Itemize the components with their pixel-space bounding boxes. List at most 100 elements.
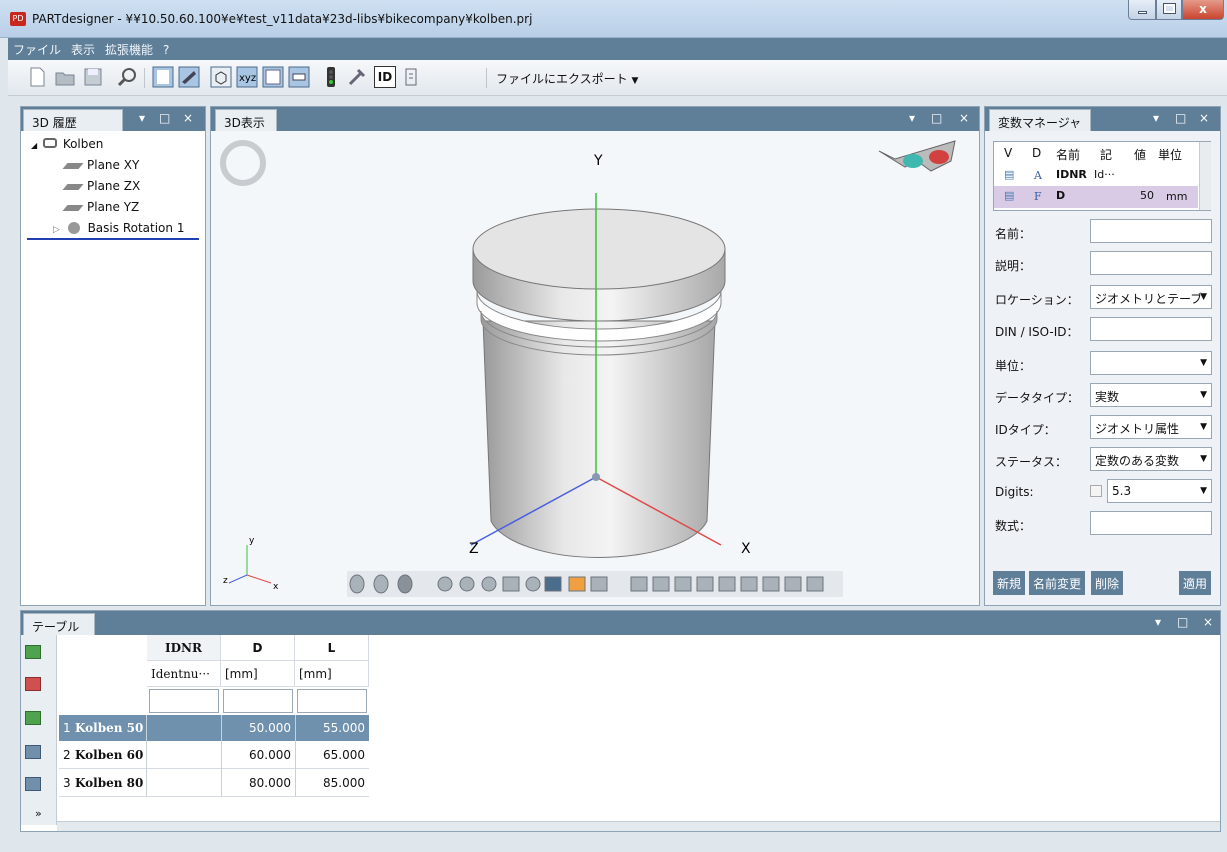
digits-checkbox[interactable]	[1090, 485, 1102, 497]
column-desc-idnr: Identnu···	[147, 661, 221, 687]
variables-icon[interactable]: xyz	[236, 66, 258, 88]
delete-row-icon[interactable]	[25, 677, 41, 691]
table-scrollbar[interactable]	[57, 821, 1220, 831]
mini-y-label: y	[249, 536, 255, 546]
rename-variable-button[interactable]: 名前変更	[1029, 571, 1086, 595]
delete-variable-button[interactable]: 削除	[1091, 571, 1124, 595]
filter-idnr[interactable]	[149, 689, 219, 713]
idtype-select[interactable]: ジオメトリ属性 ▼	[1090, 415, 1212, 439]
tree-item-plane-zx[interactable]: Plane ZX	[62, 179, 140, 197]
maximize-pane-icon[interactable]: □	[159, 111, 170, 125]
mini-x-label: x	[273, 582, 279, 592]
table-row[interactable]: 2 Kolben 60 60.000 65.000	[59, 741, 369, 769]
pin-icon[interactable]: ▾	[1153, 111, 1159, 125]
chevron-down-icon: ▼	[1200, 422, 1207, 432]
view-3d-panel[interactable]: 3D表示 ▾ □ × Y X Z y x z	[210, 106, 980, 606]
minimize-button[interactable]	[1128, 0, 1156, 20]
column-header-l[interactable]: L	[295, 635, 369, 661]
maximize-button[interactable]	[1156, 0, 1182, 20]
view3d-icon[interactable]	[210, 66, 232, 88]
table-tab[interactable]: テーブル	[23, 613, 95, 635]
insert-row-icon[interactable]	[25, 711, 41, 725]
menu-file[interactable]: ファイル	[8, 38, 66, 61]
pin-icon[interactable]: ▾	[139, 111, 145, 125]
plane-icon	[62, 184, 84, 190]
table-row[interactable]: 1 Kolben 50 50.000 55.000	[59, 715, 369, 741]
window-title: PARTdesigner - ¥¥10.50.60.100¥e¥test_v11…	[32, 12, 533, 26]
new-variable-button[interactable]: 新規	[993, 571, 1026, 595]
maximize-pane-icon[interactable]: □	[931, 111, 942, 125]
move-down-icon[interactable]	[25, 777, 41, 791]
rotation-body-icon	[67, 222, 80, 234]
column-desc-l: [mm]	[295, 661, 369, 687]
id-icon[interactable]: ID	[374, 66, 396, 88]
tree-item-plane-yz[interactable]: Plane YZ	[62, 200, 139, 218]
datatype-select[interactable]: 実数 ▼	[1090, 383, 1212, 407]
menu-view[interactable]: 表示	[66, 38, 100, 61]
tree-item-basis-rotation[interactable]: ▷ Basis Rotation 1	[53, 221, 184, 239]
din-iso-input[interactable]	[1090, 317, 1212, 341]
apply-button[interactable]: 適用	[1179, 571, 1212, 595]
viewport-canvas[interactable]: Y X Z y x z	[211, 131, 979, 605]
svg-text:xyz: xyz	[239, 73, 256, 84]
close-pane-icon[interactable]: ×	[959, 111, 969, 125]
formula-input[interactable]	[1090, 511, 1212, 535]
unit-select[interactable]: ▼	[1090, 351, 1212, 375]
pin-icon[interactable]: ▾	[909, 111, 915, 125]
table-row[interactable]: 3 Kolben 80 80.000 85.000	[59, 769, 369, 797]
view3d-tab[interactable]: 3D表示	[215, 109, 277, 131]
assembly-icon	[42, 138, 57, 148]
stereo-glasses-icon	[878, 140, 956, 172]
sketch-icon[interactable]	[178, 66, 200, 88]
menu-help[interactable]: ?	[158, 40, 174, 60]
tools-icon[interactable]	[346, 66, 368, 88]
menu-bar: ファイル 表示 拡張機能?	[8, 38, 1227, 60]
menu-extensions[interactable]: 拡張機能	[100, 38, 158, 61]
tree-item-kolben[interactable]: ◢ Kolben	[31, 137, 103, 155]
name-input[interactable]	[1090, 219, 1212, 243]
table-panel: テーブル ▾ □ × » IDNR D L Identnu··· [mm] [m…	[20, 610, 1221, 832]
filter-d[interactable]	[223, 689, 293, 713]
traffic-light-icon[interactable]	[320, 66, 342, 88]
export-to-file-dropdown[interactable]: ファイルにエクスポート ▼	[496, 70, 638, 87]
link-icon[interactable]	[400, 66, 422, 88]
tree-item-plane-xy[interactable]: Plane XY	[62, 158, 139, 176]
move-up-icon[interactable]	[25, 745, 41, 759]
more-icon[interactable]: »	[35, 807, 42, 820]
app-icon: PD	[10, 12, 26, 26]
history-tab[interactable]: 3D 履歴	[23, 109, 123, 131]
table-sidebar: »	[21, 635, 57, 825]
zoom-icon[interactable]	[116, 66, 138, 88]
add-row-icon[interactable]	[25, 645, 41, 659]
location-select[interactable]: ジオメトリとテーブ ▼	[1090, 285, 1212, 309]
new-file-icon[interactable]	[26, 66, 48, 88]
column-header-idnr[interactable]: IDNR	[147, 635, 221, 661]
save-icon[interactable]	[82, 66, 104, 88]
expand-icon[interactable]: ▷	[53, 225, 60, 235]
expand-icon[interactable]: ◢	[31, 141, 37, 150]
pin-icon[interactable]: ▾	[1155, 615, 1161, 629]
digits-select[interactable]: 5.3 ▼	[1107, 479, 1212, 503]
varman-tab[interactable]: 変数マネージャ	[989, 109, 1091, 131]
open-folder-icon[interactable]	[54, 66, 76, 88]
properties-icon[interactable]	[288, 66, 310, 88]
variable-manager-panel: 変数マネージャ ▾ □ × V D 名前 記 値 単位 ▤ A IDNR Id·…	[984, 106, 1221, 606]
close-pane-icon[interactable]: ×	[183, 111, 193, 125]
filter-l[interactable]	[297, 689, 367, 713]
column-header-d[interactable]: D	[221, 635, 295, 661]
variable-row[interactable]: ▤ A IDNR Id···	[994, 166, 1198, 186]
tree-label: Kolben	[62, 137, 104, 151]
close-pane-icon[interactable]: ×	[1203, 615, 1213, 629]
x-axis-label: X	[741, 541, 751, 557]
history-panel-icon[interactable]	[152, 66, 174, 88]
table-icon[interactable]	[262, 66, 284, 88]
close-pane-icon[interactable]: ×	[1199, 111, 1209, 125]
maximize-pane-icon[interactable]: □	[1177, 615, 1188, 629]
variable-list-scrollbar[interactable]	[1199, 142, 1211, 210]
close-button[interactable]: x	[1182, 0, 1224, 20]
variable-row-selected[interactable]: ▤ F D 50 mm	[994, 186, 1198, 208]
status-select[interactable]: 定数のある変数 ▼	[1090, 447, 1212, 471]
maximize-pane-icon[interactable]: □	[1175, 111, 1186, 125]
description-input[interactable]	[1090, 251, 1212, 275]
history-panel: 3D 履歴 ▾ □ × ◢ Kolben Plane XY Plane ZX P…	[20, 106, 206, 606]
